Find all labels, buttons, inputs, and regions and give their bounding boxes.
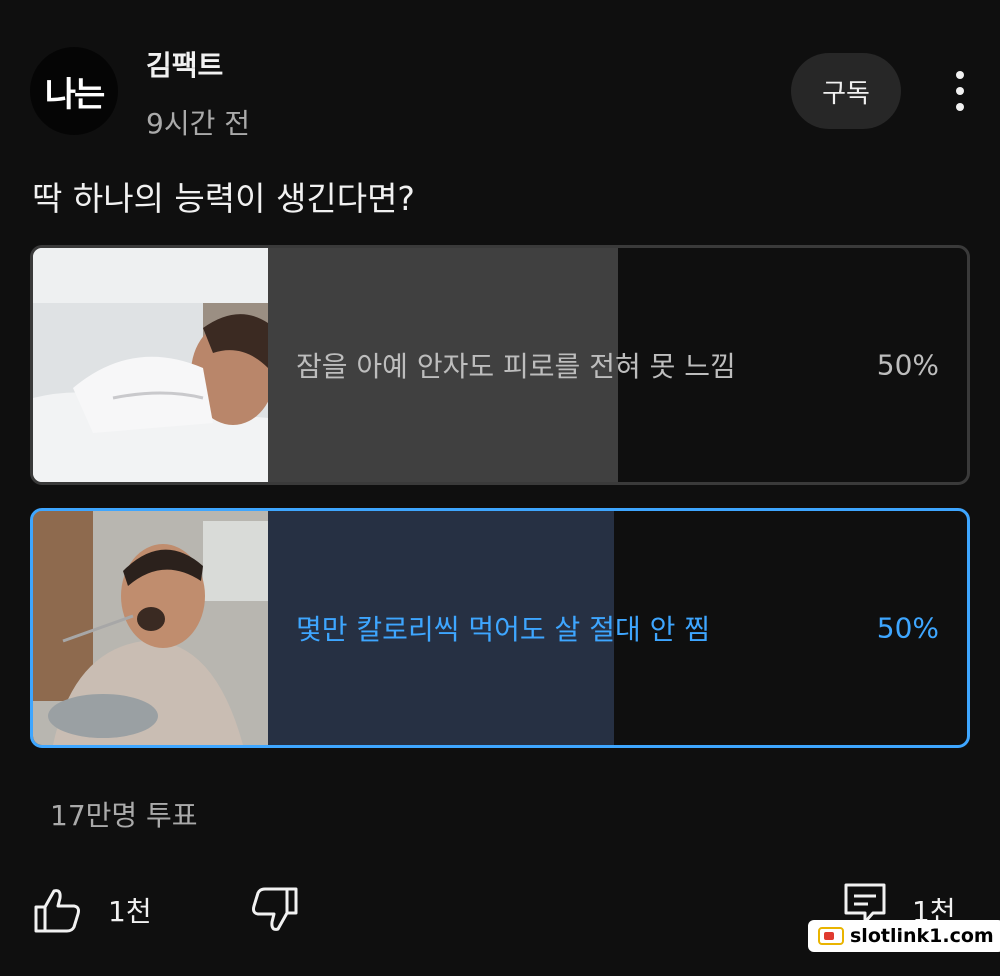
more-options-icon[interactable] [940, 66, 980, 116]
subscribe-button[interactable]: 구독 [791, 53, 901, 129]
thumbs-down-icon[interactable] [248, 885, 300, 935]
poll-option-1[interactable]: 잠을 아예 안자도 피로를 전혀 못 느낌 50% [30, 245, 970, 485]
vote-count: 17만명 투표 [50, 799, 198, 832]
channel-avatar[interactable]: 나는 [30, 47, 118, 135]
like-count: 1천 [108, 895, 152, 928]
poll-question: 딱 하나의 능력이 생긴다면? [32, 179, 415, 218]
post-time: 9시간 전 [146, 107, 250, 140]
watermark-text: slotlink1.com [850, 925, 994, 947]
channel-name[interactable]: 김팩트 [146, 44, 223, 84]
thumbs-up-icon[interactable] [32, 885, 84, 935]
eating-man-image [33, 511, 268, 745]
watermark: slotlink1.com [808, 920, 1000, 952]
poll-option-2-label: 몇만 칼로리씩 먹어도 살 절대 안 찜 [296, 613, 711, 646]
poll-option-2-percent: 50% [876, 611, 939, 645]
watermark-logo-icon [818, 927, 844, 945]
poll-option-1-percent: 50% [876, 348, 939, 382]
sleeping-man-image [33, 248, 268, 482]
poll-option-2[interactable]: 몇만 칼로리씩 먹어도 살 절대 안 찜 50% [30, 508, 970, 748]
poll-option-1-label: 잠을 아예 안자도 피로를 전혀 못 느낌 [296, 350, 736, 383]
